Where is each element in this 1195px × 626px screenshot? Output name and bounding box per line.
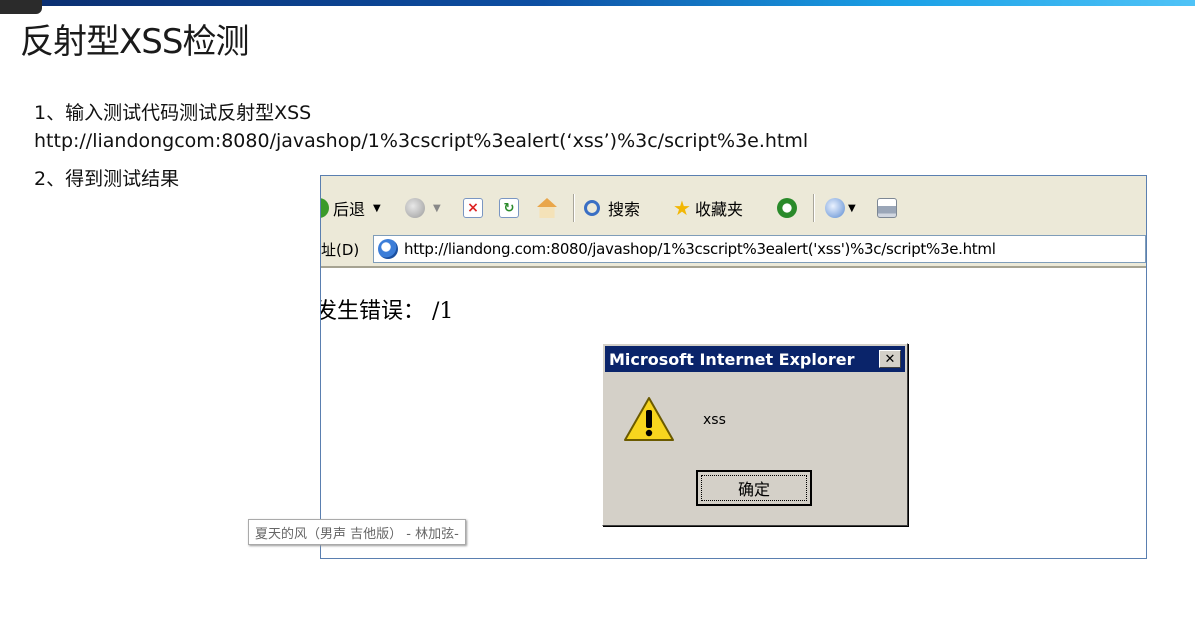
- browser-screenshot: 后退 ▼ ▼ × ↻ 搜索 ★ 收藏夹 ▼ 址(D) http://liando…: [320, 175, 1147, 559]
- dialog-titlebar[interactable]: Microsoft Internet Explorer ✕: [605, 346, 905, 372]
- step2-text: 2、得到测试结果: [34, 168, 180, 190]
- top-accent-bar: [0, 0, 1195, 6]
- close-icon[interactable]: ✕: [879, 350, 901, 368]
- forward-dropdown-icon[interactable]: ▼: [433, 203, 441, 214]
- media-tooltip: 夏天的风（男声 吉他版） - 林加弦-: [248, 519, 466, 545]
- history-icon: [777, 198, 797, 218]
- dropdown-arrow-icon[interactable]: ▼: [373, 203, 381, 214]
- forward-arrow-icon: [405, 198, 425, 218]
- home-button[interactable]: [537, 196, 557, 220]
- star-icon: ★: [673, 196, 691, 220]
- dialog-title: Microsoft Internet Explorer: [609, 350, 855, 369]
- focus-ring: [701, 475, 807, 501]
- address-input[interactable]: http://liandong.com:8080/javashop/1%3csc…: [373, 235, 1146, 263]
- mail-button[interactable]: ▼: [825, 196, 856, 220]
- mail-dropdown-icon[interactable]: ▼: [848, 203, 856, 214]
- step1-text: 1、输入测试代码测试反射型XSS: [34, 102, 312, 124]
- dialog-message: xss: [703, 412, 726, 428]
- stop-button[interactable]: ×: [463, 196, 483, 220]
- printer-icon: [877, 198, 897, 218]
- search-icon: [584, 200, 600, 216]
- favorites-label: 收藏夹: [694, 200, 743, 219]
- slide-title: 反射型XSS检测: [20, 22, 249, 62]
- history-button[interactable]: [777, 196, 797, 220]
- toolbar-separator: [573, 194, 575, 222]
- address-url: http://liandong.com:8080/javashop/1%3csc…: [404, 240, 996, 258]
- ie-page-icon: [378, 239, 398, 259]
- alert-dialog: Microsoft Internet Explorer ✕ xss 确定: [602, 343, 908, 526]
- back-button[interactable]: 后退 ▼: [321, 196, 381, 220]
- mail-icon: [825, 198, 845, 218]
- search-button[interactable]: 搜索: [584, 196, 640, 220]
- ok-button[interactable]: 确定: [696, 470, 812, 506]
- back-arrow-icon: [321, 198, 329, 218]
- search-label: 搜索: [608, 200, 641, 219]
- address-bar: 址(D) http://liandong.com:8080/javashop/1…: [321, 232, 1146, 268]
- refresh-icon: ↻: [499, 198, 519, 218]
- close-glyph: ✕: [884, 351, 896, 367]
- toolbar-separator: [813, 194, 815, 222]
- stop-icon: ×: [463, 198, 483, 218]
- print-button[interactable]: [877, 196, 897, 220]
- test-url-text: http://liandongcom:8080/javashop/1%3cscr…: [34, 130, 809, 152]
- corner-tab: [0, 0, 42, 14]
- address-label: 址(D): [321, 241, 360, 259]
- refresh-button[interactable]: ↻: [499, 196, 519, 220]
- browser-toolbar: 后退 ▼ ▼ × ↻ 搜索 ★ 收藏夹 ▼: [321, 186, 1146, 233]
- favorites-button[interactable]: ★ 收藏夹: [673, 196, 743, 220]
- warning-icon: [624, 397, 674, 441]
- back-label: 后退: [333, 200, 366, 219]
- forward-button[interactable]: ▼: [405, 196, 441, 220]
- home-icon: [537, 198, 557, 218]
- error-message: 发生错误： /1: [320, 299, 454, 324]
